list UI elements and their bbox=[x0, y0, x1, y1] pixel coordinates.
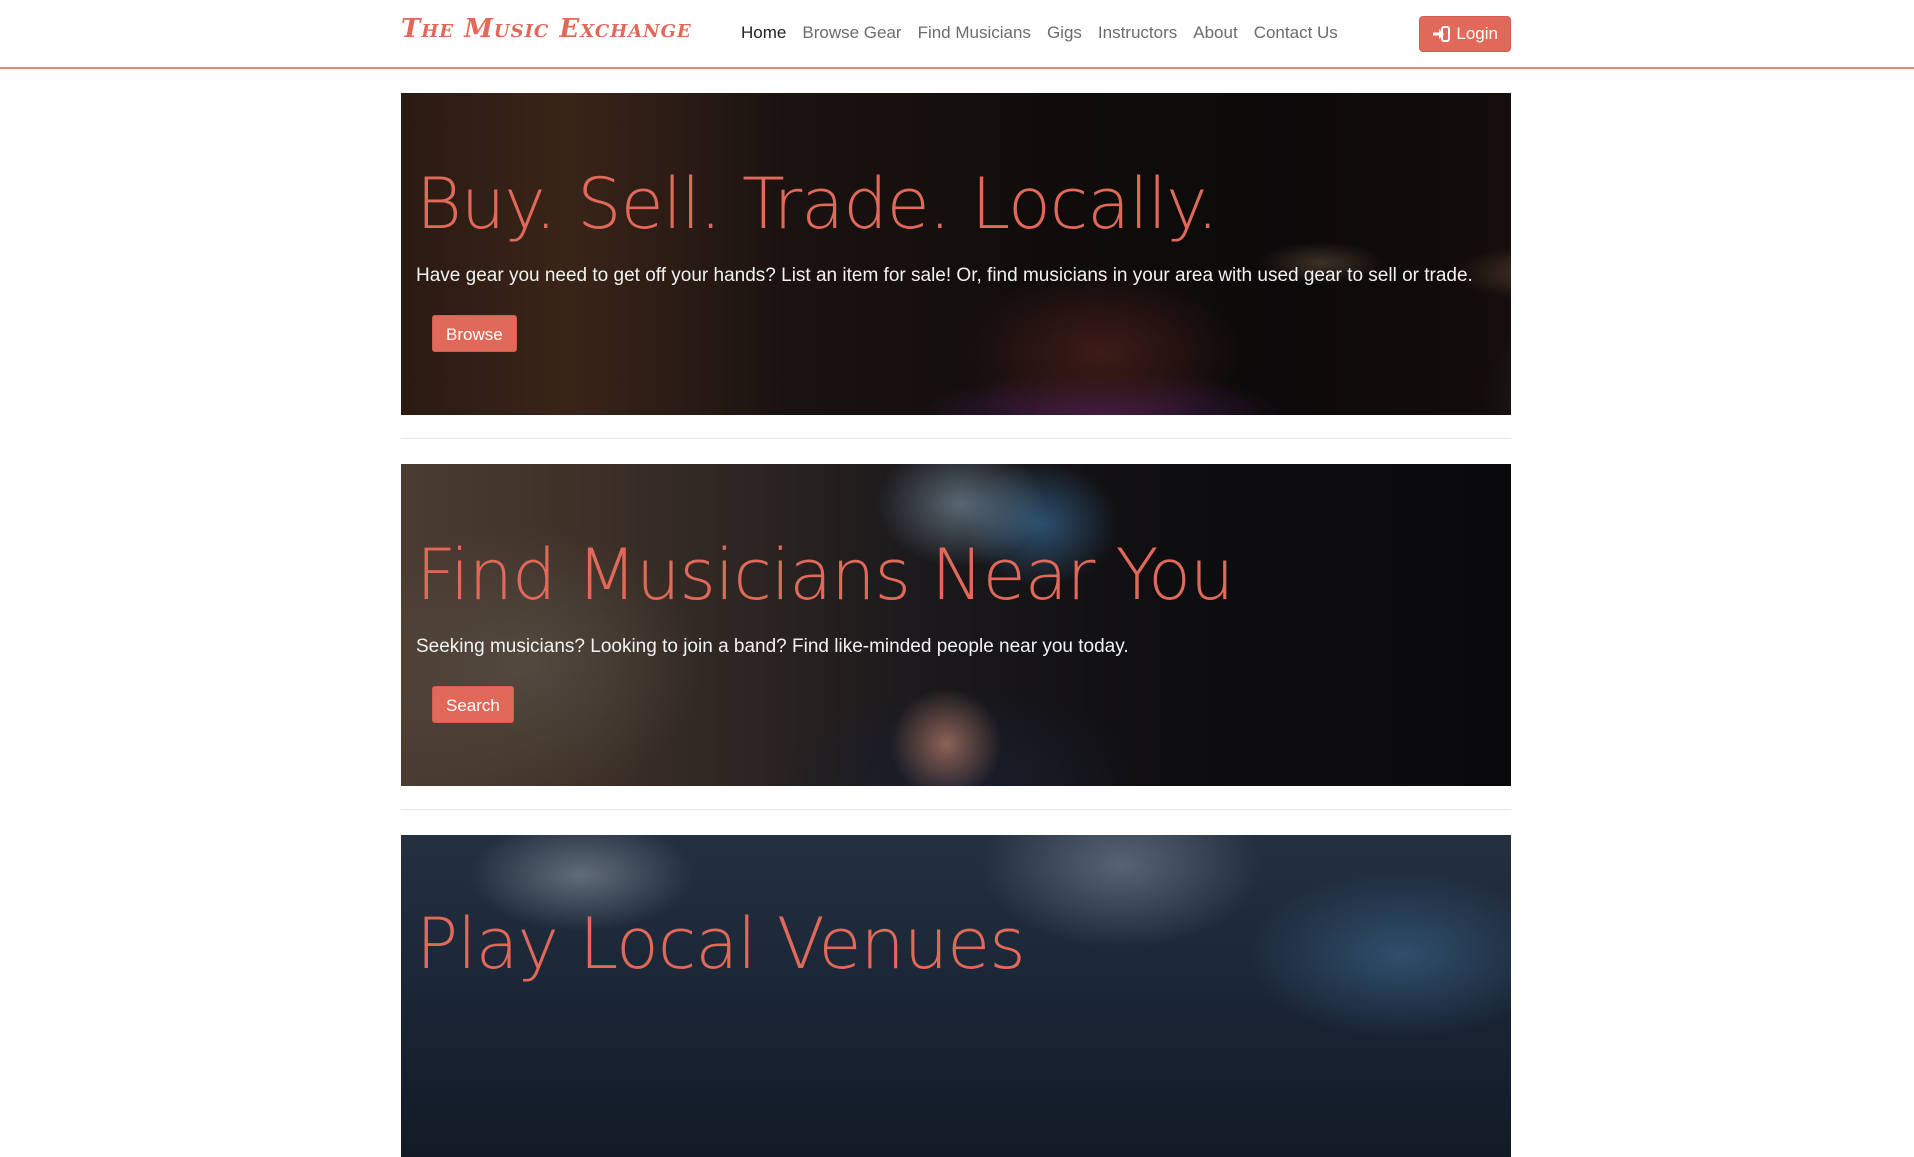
hero-background-image bbox=[401, 835, 1511, 1157]
hero-title: Buy. Sell. Trade. Locally. bbox=[416, 163, 1219, 245]
hero-content: Buy. Sell. Trade. Locally. Have gear you… bbox=[416, 169, 1496, 352]
hero-find-musicians: Find Musicians Near You Seeking musician… bbox=[401, 464, 1511, 786]
hero-buy-sell-trade: Buy. Sell. Trade. Locally. Have gear you… bbox=[401, 93, 1511, 415]
hero-content: Find Musicians Near You Seeking musician… bbox=[416, 540, 1496, 723]
sign-in-icon bbox=[1432, 26, 1451, 42]
navbar-container: The Music Exchange Home Browse Gear Find… bbox=[401, 0, 1511, 67]
nav-menu: Home Browse Gear Find Musicians Gigs Ins… bbox=[741, 23, 1354, 43]
hero-text: Seeking musicians? Looking to join a ban… bbox=[416, 636, 1129, 657]
nav-item-home[interactable]: Home bbox=[741, 23, 786, 43]
nav-item-find-musicians[interactable]: Find Musicians bbox=[918, 23, 1031, 43]
nav-item-about[interactable]: About bbox=[1193, 23, 1237, 43]
search-button[interactable]: Search bbox=[432, 686, 514, 723]
top-navbar: The Music Exchange Home Browse Gear Find… bbox=[0, 0, 1914, 69]
login-label: Login bbox=[1456, 24, 1498, 43]
browse-button[interactable]: Browse bbox=[432, 315, 517, 352]
nav-item-instructors[interactable]: Instructors bbox=[1098, 23, 1177, 43]
hero-text: Have gear you need to get off your hands… bbox=[416, 265, 1473, 286]
brand-logo[interactable]: The Music Exchange bbox=[401, 14, 692, 44]
nav-item-gigs[interactable]: Gigs bbox=[1047, 23, 1082, 43]
hero-title: Play Local Venues bbox=[416, 903, 1026, 985]
hero-play-local-venues: Play Local Venues bbox=[401, 835, 1511, 1157]
nav-item-browse-gear[interactable]: Browse Gear bbox=[802, 23, 901, 43]
section-divider bbox=[401, 809, 1511, 810]
nav-item-contact-us[interactable]: Contact Us bbox=[1254, 23, 1338, 43]
section-divider bbox=[401, 438, 1511, 439]
hero-title: Find Musicians Near You bbox=[416, 534, 1234, 616]
login-button[interactable]: Login bbox=[1419, 16, 1511, 52]
hero-content: Play Local Venues bbox=[416, 909, 1496, 979]
